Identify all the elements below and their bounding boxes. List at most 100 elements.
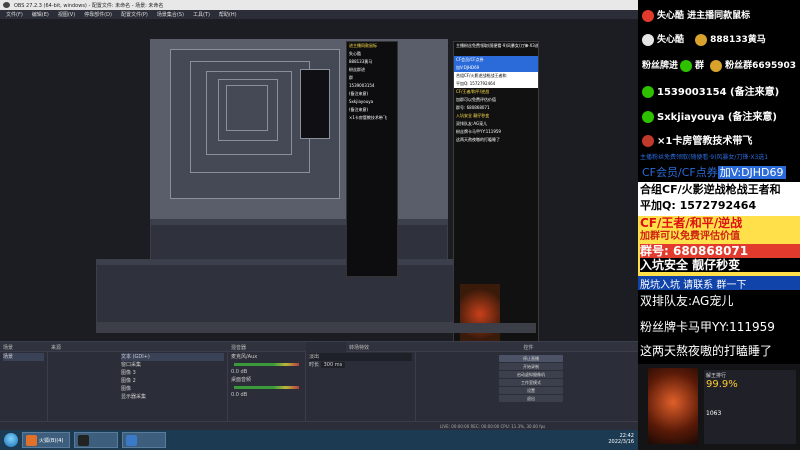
volume-meter bbox=[234, 363, 299, 366]
menu-edit[interactable]: 编辑(E) bbox=[32, 11, 49, 19]
ad-line: CF/王者/和平/逆战 bbox=[456, 89, 490, 94]
transitions-dock: 转场特效 淡出 时长 300 ms bbox=[306, 342, 416, 430]
menu-profile[interactable]: 配置文件(P) bbox=[121, 11, 148, 19]
source-item[interactable]: 图像 3 bbox=[121, 369, 224, 377]
title-bar: OBS 27.2.3 (64-bit, windows) - 配置文件: 未命名… bbox=[0, 0, 638, 10]
obs-app-icon bbox=[3, 2, 10, 8]
ad-line: 双排队友:AG宠儿 bbox=[456, 121, 488, 126]
nested-ad-column bbox=[300, 69, 330, 139]
exit-button[interactable]: 退出 bbox=[499, 395, 563, 402]
ad-line: CF会员/CF点券 bbox=[454, 56, 538, 64]
sources-dock-title: 来源 bbox=[48, 342, 228, 352]
source-item[interactable]: 窗口采集 bbox=[121, 361, 224, 369]
promo-line: 双排队友:AG宠儿 bbox=[640, 294, 734, 308]
virtual-camera-button[interactable]: 启动虚拟摄像机 bbox=[499, 371, 563, 378]
promo-line: 脱坑入坑 请联系 群一下 bbox=[638, 276, 800, 290]
promo-line: CF会员/CF点券 加V:DJHD69 bbox=[642, 166, 786, 179]
ad-line: 平加Q: 1572792464 bbox=[454, 80, 538, 88]
ad-line: 1539003154 bbox=[349, 83, 375, 88]
dock-area: 场景 场景 ＋ － 来源 文本 (GDI+) 窗口采集 图像 3 图像 2 图像… bbox=[0, 341, 638, 430]
menu-bar: 文件(F) 编辑(E) 视图(V) 停靠部件(D) 配置文件(P) 场景集合(S… bbox=[0, 10, 638, 19]
source-item[interactable]: 图像 bbox=[121, 385, 224, 393]
preview-area[interactable]: 进主播同款鼠标 失心酷 888133黄马 粉丝群进 群 1539003154 (… bbox=[0, 19, 638, 349]
promo-line: 失心酷 888133黄马 bbox=[638, 32, 800, 46]
audio-mixer-title: 混音器 bbox=[228, 342, 306, 352]
rank-badge-image bbox=[460, 284, 500, 344]
tiktok-icon bbox=[642, 33, 654, 46]
promo-line: 加群可以免费评估价值 bbox=[640, 231, 740, 242]
menu-help[interactable]: 帮助(H) bbox=[219, 11, 237, 19]
source-item[interactable]: 文本 (GDI+) bbox=[121, 353, 224, 361]
ad-line: (备注来意) bbox=[349, 91, 369, 96]
windows-taskbar: 火狐(B)(4) 22:42 2022/3/16 bbox=[0, 430, 638, 450]
promo-line: 平加Q: 1572792464 bbox=[640, 199, 757, 212]
stop-streaming-button[interactable]: 停止直播 bbox=[499, 355, 563, 362]
promo-line: 失心酷 进主播同款鼠标 bbox=[638, 8, 800, 22]
ad-line: ×1卡房管教技术带飞 bbox=[349, 115, 387, 120]
transition-select[interactable]: 淡出 bbox=[309, 353, 412, 361]
mixer-channel-db: 0.0 dB bbox=[231, 369, 248, 375]
menu-tools[interactable]: 工具(T) bbox=[193, 11, 210, 19]
taskbar-item[interactable] bbox=[74, 432, 118, 448]
dog-icon bbox=[695, 33, 708, 46]
source-item[interactable]: 显示器采集 bbox=[121, 393, 224, 401]
status-bar: LIVE: 00:00:00 REC: 00:00:00 CPU: 11.3%,… bbox=[0, 421, 638, 430]
promo-line: CF/王者/和平/逆战 bbox=[640, 216, 743, 230]
controls-dock: 控件 停止直播 开始录制 启动虚拟摄像机 工作室模式 设置 退出 bbox=[416, 342, 638, 430]
promo-line: 1539003154 (备注来意) bbox=[638, 83, 800, 98]
scene-item[interactable]: 场景 bbox=[3, 353, 44, 361]
nested-taskbar bbox=[96, 323, 536, 333]
rank-emblem-image bbox=[648, 368, 698, 444]
promo-line: 主播粉丝免费领取(随便看·9)风暴女/刀锋·X3选1 bbox=[640, 154, 769, 161]
ad-line: 群号: 680868071 bbox=[456, 105, 490, 110]
ad-line: 主播粉丝免费领取(随便看·9)风暴女/刀锋·X3选1 bbox=[456, 43, 538, 48]
ad-line: 入坑安全 靓仔秒变 bbox=[456, 113, 490, 118]
taskbar-item[interactable]: 火狐(B)(4) bbox=[22, 432, 70, 448]
promo-line: 粉丝牌进群 粉丝群6695903 bbox=[642, 59, 797, 72]
obs-icon bbox=[78, 435, 89, 446]
menu-scene-collection[interactable]: 场景集合(S) bbox=[157, 11, 184, 19]
window-title: OBS 27.2.3 (64-bit, windows) - 配置文件: 未命名… bbox=[14, 3, 164, 9]
ad-line: 加V:DJHD69 bbox=[454, 64, 538, 72]
game-profile-card: 解王排行 99.9% 1063 bbox=[638, 364, 800, 450]
fire-icon bbox=[642, 9, 654, 22]
wechat-icon bbox=[680, 59, 693, 72]
nested-preview bbox=[226, 85, 268, 131]
taskbar-item[interactable] bbox=[122, 432, 166, 448]
system-clock[interactable]: 22:42 2022/3/16 bbox=[608, 433, 634, 445]
duration-input[interactable]: 300 ms bbox=[320, 362, 346, 368]
nested-promo-column-large: 主播粉丝免费领取(随便看·9)风暴女/刀锋·X3选1 CF会员/CF点券 加V:… bbox=[453, 41, 539, 349]
audio-mixer-dock: 混音器 麦克风/Aux 0.0 dB 桌面音频 0.0 dB bbox=[228, 342, 306, 430]
transitions-title: 转场特效 bbox=[346, 342, 416, 352]
taskbar-item-label: 火狐(B)(4) bbox=[39, 438, 64, 444]
mixer-channel-db: 0.0 dB bbox=[231, 392, 248, 398]
nested-promo-column: 进主播同款鼠标 失心酷 888133黄马 粉丝群进 群 1539003154 (… bbox=[346, 41, 398, 277]
menu-file[interactable]: 文件(F) bbox=[6, 11, 23, 19]
ad-line: 群 bbox=[349, 75, 353, 80]
promo-line: 合组CF/火影逆战枪战王者和 bbox=[640, 183, 781, 196]
duration-label: 时长 bbox=[309, 362, 320, 368]
profile-stats: 解王排行 99.9% 1063 bbox=[704, 370, 796, 444]
volume-meter bbox=[234, 386, 299, 389]
promo-line: 粉丝牌卡马甲YY:111959 bbox=[640, 320, 775, 334]
app-icon bbox=[126, 435, 137, 446]
studio-mode-button[interactable]: 工作室模式 bbox=[499, 379, 563, 386]
ad-line: 加群可以免费评估价值 bbox=[456, 97, 496, 102]
source-item[interactable]: 图像 2 bbox=[121, 377, 224, 385]
ad-line: 这两天熬夜嗷的打瞌睡了 bbox=[456, 137, 500, 142]
promo-line: Sxkjiayouya (备注来意) bbox=[638, 108, 800, 123]
promo-line: 群号: 680868071 bbox=[640, 244, 800, 258]
rocket-icon bbox=[642, 135, 654, 147]
wechat-icon bbox=[642, 111, 654, 123]
mixer-channel-label: 桌面音频 bbox=[231, 377, 252, 383]
settings-button[interactable]: 设置 bbox=[499, 387, 563, 394]
ad-line: 粉丝牌卡马甲YY:111959 bbox=[456, 129, 501, 134]
ad-line: 粉丝群进 bbox=[349, 67, 365, 72]
menu-docks[interactable]: 停靠部件(D) bbox=[84, 11, 112, 19]
ad-line: 888133黄马 bbox=[349, 59, 373, 64]
promo-line: 这两天熬夜嗷的打瞌睡了 bbox=[640, 344, 773, 358]
start-recording-button[interactable]: 开始录制 bbox=[499, 363, 563, 370]
stat-value: 1063 bbox=[706, 410, 722, 417]
menu-view[interactable]: 视图(V) bbox=[58, 11, 75, 19]
start-button-icon[interactable] bbox=[4, 433, 18, 447]
